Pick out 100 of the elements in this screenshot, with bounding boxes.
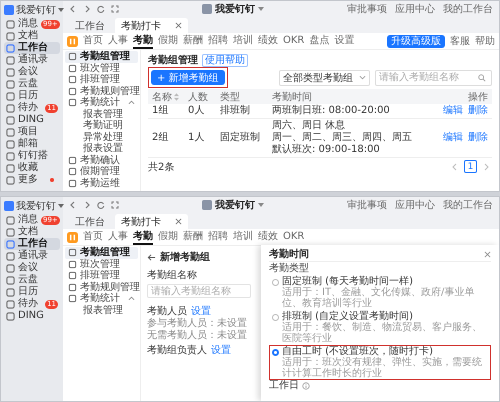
menu-item[interactable]: 考勤统计 [65,97,138,108]
sidebar-item[interactable]: 工作台 [4,238,60,250]
browser-tab[interactable]: 考勤打卡 [115,214,188,229]
header-link[interactable]: 应用中心 [395,2,435,16]
menu-item[interactable]: 排班管理 [65,74,138,86]
refresh-icon[interactable] [97,201,105,209]
radio-button[interactable] [272,348,279,356]
search-icon[interactable] [478,74,486,82]
nav-tab[interactable]: 盘点 [309,34,330,48]
sidebar-item[interactable]: 云盘 [4,274,60,286]
close-icon[interactable] [484,250,491,258]
nav-tab[interactable]: 设置 [334,34,354,48]
sidebar-item[interactable]: 通讯录 [4,54,60,66]
sidebar-item[interactable]: DING [4,114,60,126]
radio-button[interactable] [272,314,279,320]
sidebar-item[interactable]: 邮箱 [4,138,60,150]
menu-item[interactable]: 班次管理 [65,62,138,74]
type-select[interactable]: 全部类型考勤组 [279,70,370,86]
nav-tab[interactable]: 绩效 [258,230,278,244]
sidebar-item[interactable]: 项目 [4,126,60,138]
sidebar-item[interactable]: 日历 [4,286,60,298]
help-link[interactable]: 帮助 [475,34,495,48]
nav-tab[interactable]: 薪酬 [183,34,203,48]
sidebar-item[interactable]: 收藏 [4,162,60,174]
sidebar-item[interactable]: 工作台 [4,42,60,54]
nav-tab[interactable]: 绩效 [258,34,278,48]
page-button[interactable]: 1 [464,160,477,173]
header-link[interactable]: 我的工作台 [443,198,493,212]
window-title[interactable]: 我爱钉钉 [215,198,255,212]
nav-tab[interactable]: 招聘 [208,230,228,244]
row-action-link[interactable]: 编辑 [443,132,463,144]
nav-tab[interactable]: 首页 [83,34,103,48]
nav-tab[interactable]: OKR [283,34,304,48]
sidebar-item[interactable]: 钉钉搭 [4,150,60,162]
menu-item[interactable]: 假期管理 [65,166,138,178]
nav-tab[interactable]: 假期 [158,230,178,244]
nav-tab[interactable]: 招聘 [208,34,228,48]
option-label[interactable]: 排班制 (自定义设置考勤时间) [282,311,413,323]
sidebar-item[interactable]: DING [4,310,60,322]
refresh-icon[interactable] [97,5,105,13]
sidebar-item[interactable]: 文档 [4,30,60,42]
fullscreen-icon[interactable] [111,5,119,13]
header-link[interactable]: 审批事项 [347,198,387,212]
close-icon[interactable] [175,218,182,225]
search-field[interactable]: 请输入考勤组名称 [375,70,492,86]
option-label[interactable]: 自由工时 (不设置班次，随时打卡) [282,346,433,358]
submenu-item[interactable]: 报表设置 [65,143,138,154]
sidebar-item[interactable]: 文档 [4,226,60,238]
sidebar-item[interactable]: 通讯录 [4,250,60,262]
browser-tab[interactable]: 考勤打卡 [115,18,188,33]
chevron-icon[interactable] [128,100,135,106]
menu-item[interactable]: 考勤组管理 [65,51,138,62]
nav-tab[interactable]: 考勤 [133,34,153,48]
menu-item[interactable]: 考勤组管理 [65,247,138,258]
caret-icon[interactable] [258,7,264,11]
nav-tab[interactable]: 首页 [83,230,103,244]
back-arrow-icon[interactable] [147,252,156,262]
service-link[interactable]: 客服 [450,34,470,48]
info-icon[interactable] [302,382,310,390]
upgrade-button[interactable]: 升级高级版 [387,34,445,48]
menu-item[interactable]: 班次管理 [65,258,138,270]
browser-tab[interactable]: 工作台 [69,18,111,33]
row-action-link[interactable]: 删除 [468,105,488,117]
nav-tab[interactable]: 人事 [108,230,128,244]
group-name-field[interactable]: 请输入考勤组名称 [147,284,251,298]
submenu-item[interactable]: 异常处理 [65,132,138,143]
sidebar-item[interactable]: 会议 [4,66,60,78]
caret-icon[interactable] [58,8,64,12]
nav-tab[interactable]: 人事 [108,34,128,48]
row-action-link[interactable]: 编辑 [443,105,463,117]
window-title[interactable]: 我爱钉钉 [215,2,255,16]
caret-icon[interactable] [58,204,64,208]
header-link[interactable]: 我的工作台 [443,2,493,16]
menu-item[interactable]: 考勤确认 [65,154,138,166]
menu-item[interactable]: 考勤规则管理 [65,86,138,97]
submenu-item[interactable]: 报表管理 [65,108,138,120]
browser-tab[interactable]: 工作台 [69,214,111,229]
nav-tab[interactable]: 培训 [233,230,253,244]
org-name[interactable]: 我爱钉钉 [16,199,56,213]
submenu-item[interactable]: 考勤证明 [65,120,138,132]
caret-icon[interactable] [258,203,264,207]
fullscreen-icon[interactable] [111,201,119,209]
sidebar-item[interactable]: 会议 [4,262,60,274]
menu-item[interactable]: 考勤规则管理 [65,282,138,293]
nav-tab[interactable]: 薪酬 [183,230,203,244]
settings-link[interactable]: 设置 [211,344,231,357]
close-icon[interactable] [175,22,182,29]
help-tag[interactable]: 使用帮助 [202,54,248,66]
row-action-link[interactable]: 删除 [468,132,488,144]
nav-tab[interactable]: 考勤 [133,230,153,244]
submenu-item[interactable]: 报表管理 [65,304,138,316]
menu-item[interactable]: 考勤统计 [65,293,138,304]
option-label[interactable]: 固定班制 (每天考勤时间一样) [282,276,413,288]
menu-item[interactable]: 排班管理 [65,270,138,282]
header-link[interactable]: 审批事项 [347,2,387,16]
sidebar-item[interactable]: 日历 [4,90,60,102]
settings-link[interactable]: 设置 [191,305,211,318]
nav-tab[interactable]: 假期 [158,34,178,48]
nav-tab[interactable]: OKR [283,230,304,244]
nav-tab[interactable]: 培训 [233,34,253,48]
